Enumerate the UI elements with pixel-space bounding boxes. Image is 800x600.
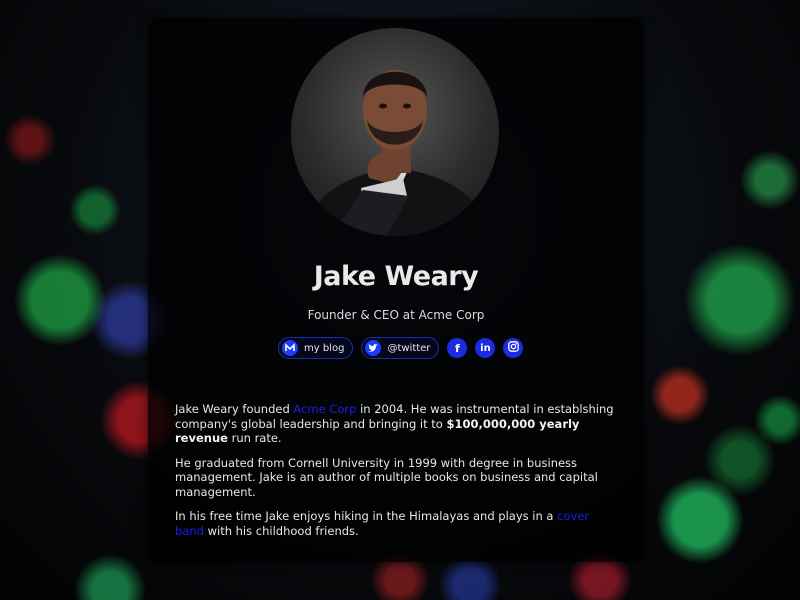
profile-role: Founder & CEO at Acme Corp: [307, 308, 485, 322]
profile-name: Jake Weary: [313, 261, 479, 292]
instagram-icon: [508, 341, 519, 355]
blog-link-button[interactable]: my blog: [278, 337, 354, 359]
bio-text-span: In his free time Jake enjoys hiking in t…: [175, 509, 558, 523]
instagram-link-button[interactable]: [503, 338, 524, 358]
acme-corp-link[interactable]: Acme Corp: [293, 402, 356, 416]
bio-text-span: run rate.: [227, 431, 282, 445]
profile-card: Jake Weary Founder & CEO at Acme Corp my…: [148, 18, 644, 562]
linkedin-link-button[interactable]: in: [475, 338, 496, 358]
bio-paragraph-3: In his free time Jake enjoys hiking in t…: [175, 509, 621, 538]
social-links: my blog @twitter f in: [278, 337, 524, 359]
facebook-link-button[interactable]: f: [447, 338, 468, 358]
linkedin-icon: in: [480, 342, 491, 354]
twitter-link-label: @twitter: [387, 342, 431, 354]
twitter-link-button[interactable]: @twitter: [361, 337, 440, 359]
portrait-image: [301, 70, 491, 236]
bio-text: Jake Weary founded Acme Corp in 2004. He…: [175, 402, 621, 548]
avatar: [291, 28, 499, 236]
bio-paragraph-1: Jake Weary founded Acme Corp in 2004. He…: [175, 402, 621, 446]
blog-link-label: my blog: [304, 342, 345, 354]
bio-text-span: Jake Weary founded: [175, 402, 294, 416]
bio-paragraph-2: He graduated from Cornell University in …: [175, 455, 598, 499]
facebook-icon: f: [455, 341, 460, 355]
bio-text-span: with his childhood friends.: [203, 523, 359, 538]
medium-icon: [282, 340, 298, 356]
twitter-icon: [365, 340, 382, 356]
